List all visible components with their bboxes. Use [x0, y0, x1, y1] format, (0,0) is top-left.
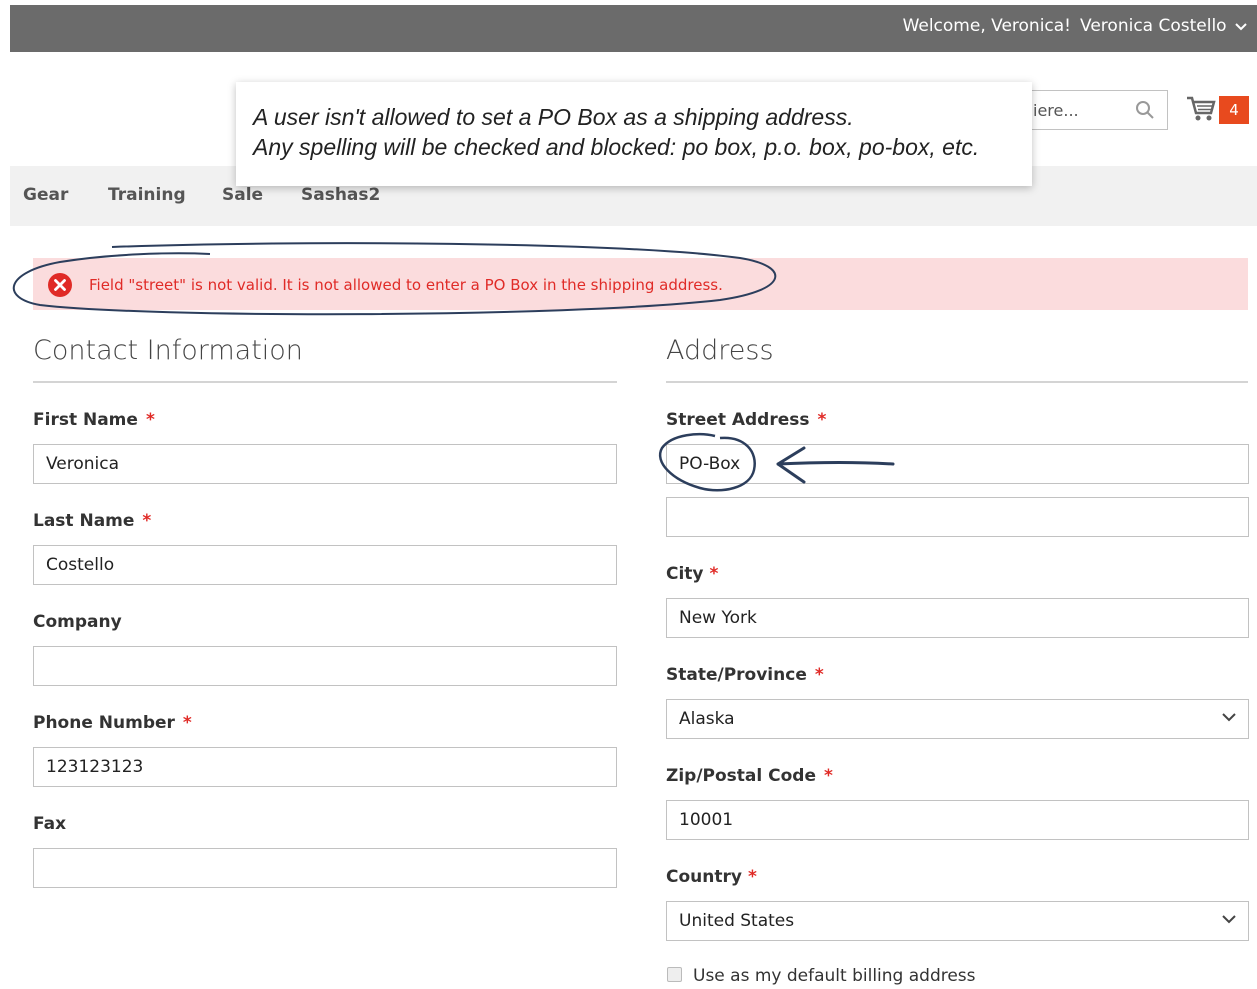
company-field[interactable]	[33, 646, 617, 686]
welcome-message: Welcome, Veronica!	[902, 16, 1071, 36]
city-label: City *	[666, 564, 718, 584]
user-name: Veronica Costello	[1080, 16, 1227, 36]
country-label: Country *	[666, 867, 757, 887]
required-marker: *	[817, 410, 827, 430]
last-name-label: Last Name *	[33, 511, 151, 531]
first-name-field[interactable]: Veronica	[33, 444, 617, 484]
top-header-bar: Welcome, Veronica! Veronica Costello	[10, 5, 1257, 52]
first-name-label-text: First Name	[33, 410, 138, 430]
last-name-field[interactable]: Costello	[33, 545, 617, 585]
first-name-label: First Name *	[33, 410, 155, 430]
required-marker: *	[145, 410, 155, 430]
country-select[interactable]: United States	[666, 901, 1249, 941]
search-icon[interactable]	[1135, 100, 1155, 120]
section-divider	[33, 381, 617, 383]
required-marker: *	[142, 511, 152, 531]
section-divider	[666, 381, 1248, 383]
nav-item-sale[interactable]: Sale	[222, 185, 263, 205]
nav-item-training[interactable]: Training	[108, 185, 186, 205]
phone-number-field[interactable]: 123123123	[33, 747, 617, 787]
state-province-label-text: State/Province	[666, 665, 807, 685]
zip-postal-code-field[interactable]: 10001	[666, 800, 1249, 840]
required-marker: *	[814, 665, 824, 685]
user-account-menu[interactable]: Veronica Costello	[1080, 16, 1247, 36]
street-address-line2-field[interactable]	[666, 497, 1249, 537]
state-province-select[interactable]: Alaska	[666, 699, 1249, 739]
city-label-text: City	[666, 564, 704, 584]
search-placeholder: iere...	[1033, 101, 1079, 120]
street-address-label: Street Address *	[666, 410, 826, 430]
company-label: Company	[33, 612, 122, 632]
contact-information-title: Contact Information	[33, 335, 303, 366]
street-address-label-text: Street Address	[666, 410, 810, 430]
cart-count-badge[interactable]: 4	[1219, 96, 1249, 124]
required-marker: *	[824, 766, 833, 786]
callout-line-2: Any spelling will be checked and blocked…	[253, 134, 980, 160]
nav-item-gear[interactable]: Gear	[23, 185, 68, 205]
state-province-value: Alaska	[679, 709, 735, 729]
fax-field[interactable]	[33, 848, 617, 888]
required-marker: *	[747, 867, 757, 887]
required-marker: *	[709, 564, 719, 584]
default-billing-label: Use as my default billing address	[693, 966, 976, 986]
chevron-down-icon	[1222, 713, 1236, 722]
address-title: Address	[666, 335, 774, 366]
error-icon	[48, 273, 72, 297]
callout-line-1: A user isn't allowed to set a PO Box as …	[253, 104, 854, 130]
shopping-cart-icon[interactable]	[1186, 95, 1216, 123]
city-field[interactable]: New York	[666, 598, 1249, 638]
required-marker: *	[182, 713, 192, 733]
annotation-callout: A user isn't allowed to set a PO Box as …	[236, 82, 1032, 186]
error-message-text: Field "street" is not valid. It is not a…	[89, 276, 723, 294]
last-name-label-text: Last Name	[33, 511, 135, 531]
zip-postal-code-label-text: Zip/Postal Code	[666, 766, 816, 786]
chevron-down-icon	[1222, 915, 1236, 924]
chevron-down-icon	[1235, 23, 1247, 31]
country-value: United States	[679, 911, 795, 931]
street-address-line1-field[interactable]: PO-Box	[666, 444, 1249, 484]
phone-number-label-text: Phone Number	[33, 713, 175, 733]
fax-label: Fax	[33, 814, 67, 834]
default-billing-checkbox[interactable]	[667, 967, 682, 982]
state-province-label: State/Province *	[666, 665, 824, 685]
phone-number-label: Phone Number *	[33, 713, 192, 733]
nav-item-sashas2[interactable]: Sashas2	[301, 185, 380, 205]
country-label-text: Country	[666, 867, 742, 887]
zip-postal-code-label: Zip/Postal Code *	[666, 766, 833, 786]
